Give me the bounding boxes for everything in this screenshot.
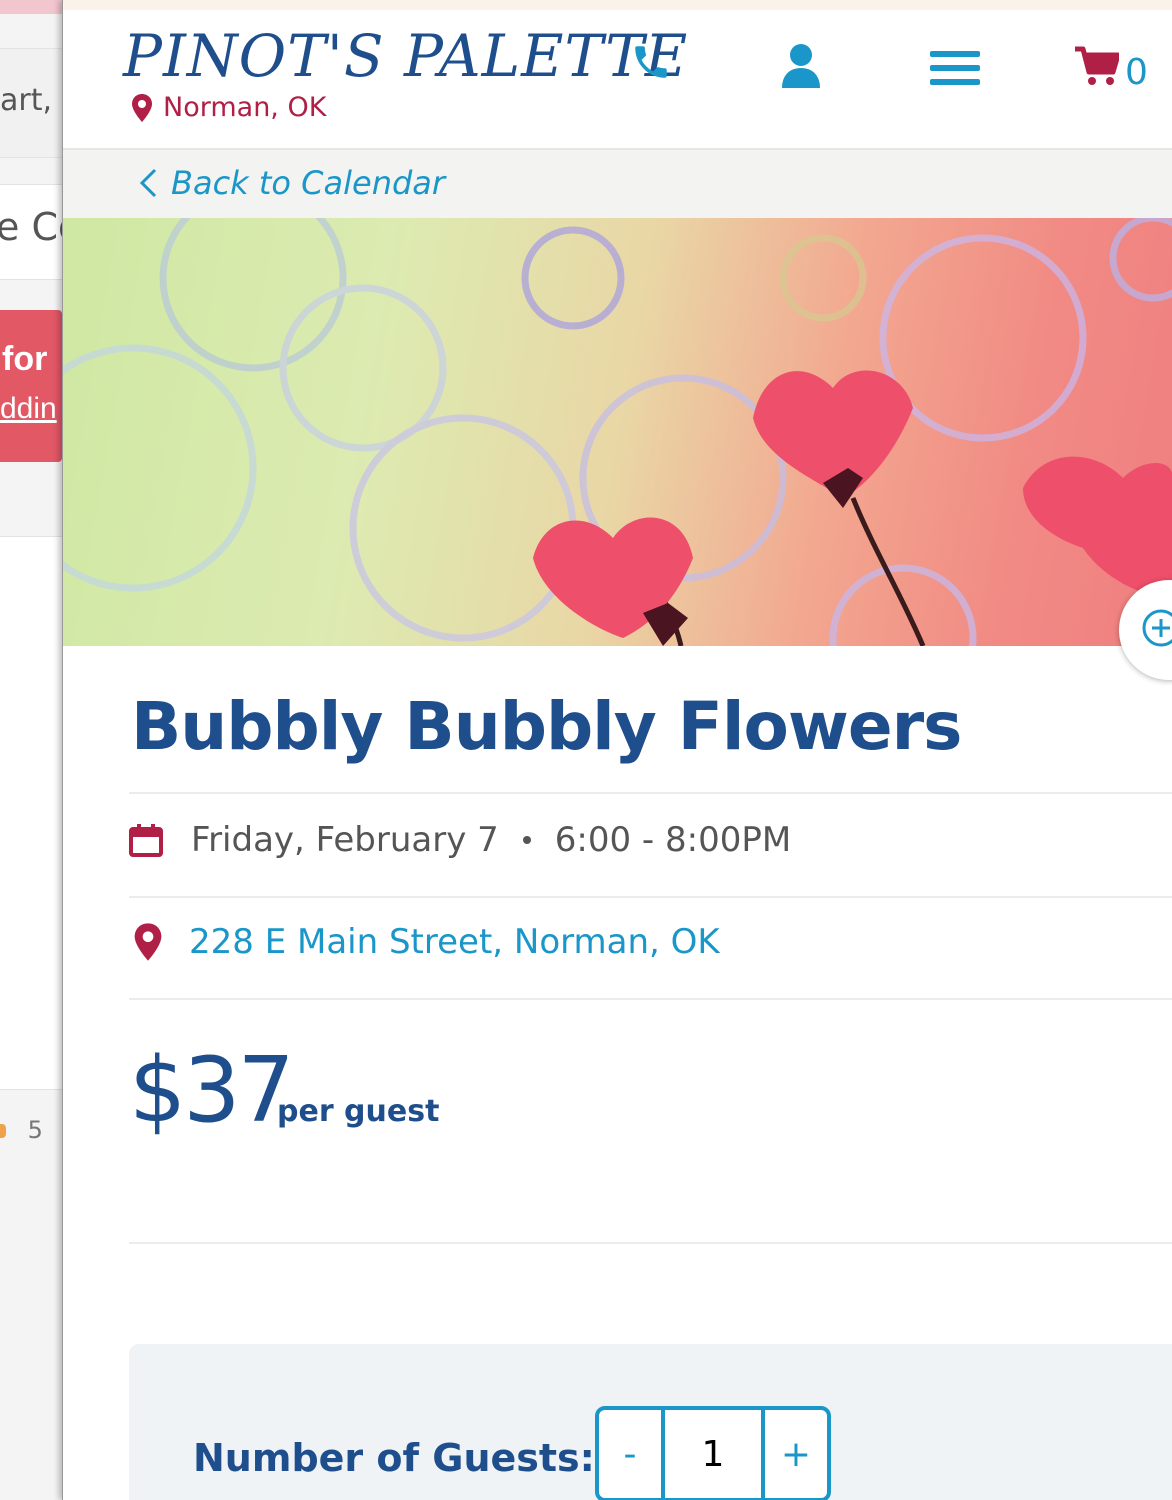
top-strip [63,0,1172,10]
location-selector[interactable]: Norman, OK [131,92,326,123]
event-address-link[interactable]: 228 E Main Street, Norman, OK [189,922,720,962]
separator-dot [522,836,531,844]
painting-artwork [63,218,1172,646]
event-date-row: Friday, February 7 6:00 - 8:00PM [129,820,791,860]
divider [129,792,1172,794]
background-banner-link[interactable]: ddin [0,392,57,426]
event-painting-image [63,218,1172,646]
background-banner-text: for [2,340,48,378]
event-address-row[interactable]: 228 E Main Street, Norman, OK [129,922,720,962]
back-bar: Back to Calendar [63,148,1172,220]
background-card: art, [0,48,62,158]
event-date: Friday, February 7 [191,820,499,860]
star-icon [0,1124,6,1138]
number-of-guests-label: Number of Guests: [193,1436,595,1480]
chevron-left-icon [139,168,157,198]
background-snippet: art, [0,83,53,118]
location-pin-icon [134,923,162,961]
event-title: Bubbly Bubbly Flowers [131,688,962,765]
guest-selector-panel: Number of Guests: - 1 + [129,1344,1172,1500]
cart-count: 0 [1125,52,1148,93]
guest-count-input[interactable]: 1 [661,1410,765,1498]
zoom-plus-icon [1142,609,1172,647]
event-time: 6:00 - 8:00PM [554,820,792,860]
calendar-icon [129,824,163,857]
divider [129,896,1172,898]
cart-icon [1075,46,1119,85]
decrement-guests-button[interactable]: - [599,1410,661,1498]
event-panel: PINOT'S PALETTE Norman, OK 0 Back to Cal… [62,0,1172,1500]
divider [129,1242,1172,1244]
hamburger-menu-icon [930,51,980,85]
phone-button[interactable] [629,40,673,84]
event-price: $37 [129,1038,295,1143]
background-top-strip [0,0,62,14]
back-to-calendar-link[interactable]: Back to Calendar [139,164,445,202]
back-to-calendar-label: Back to Calendar [171,164,446,202]
guest-quantity-stepper: - 1 + [595,1406,831,1500]
location-pin-icon [132,93,152,122]
background-rating: 5 [0,1116,43,1144]
price-unit: per guest [277,1094,440,1129]
divider [129,998,1172,1000]
background-banner[interactable]: for ddin [0,310,62,462]
phone-icon [635,46,667,78]
background-rating-count: 5 [27,1116,43,1144]
menu-button[interactable] [929,48,981,88]
background-page: art, e Co for ddin 5 [0,0,62,1500]
background-card [0,536,62,1090]
user-icon [782,44,820,88]
background-snippet: e Co [0,205,62,249]
site-header: PINOT'S PALETTE Norman, OK 0 [63,10,1172,148]
increment-guests-button[interactable]: + [765,1410,827,1498]
background-card: e Co [0,184,62,280]
cart-button[interactable] [1073,46,1121,86]
location-text: Norman, OK [163,92,327,123]
account-button[interactable] [779,42,823,90]
site-logo[interactable]: PINOT'S PALETTE [123,22,688,90]
